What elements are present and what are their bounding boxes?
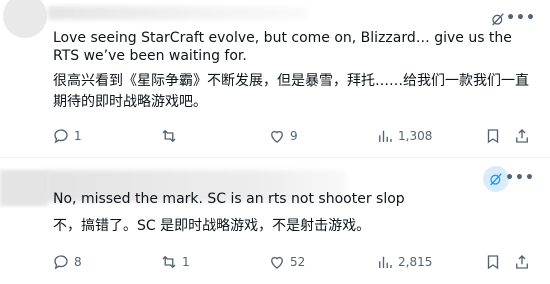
share-icon: [516, 255, 528, 269]
like-button[interactable]: 52: [268, 252, 305, 272]
like-icon: [271, 256, 283, 269]
share-button[interactable]: [513, 252, 531, 272]
views-count: 2,815: [398, 255, 433, 269]
tweet-text-chinese: 不，搞错了。SC 是即时战略游戏，不是射击游戏。: [53, 218, 371, 234]
like-icon: [271, 130, 283, 143]
like-count: 9: [290, 129, 298, 143]
retweet-icon: [162, 129, 176, 143]
tweet[interactable]: ••• No, missed the mark. SC is an rts no…: [0, 157, 550, 284]
bookmark-icon: [487, 255, 499, 270]
reply-count: 1: [74, 129, 82, 143]
bookmark-icon: [487, 129, 499, 144]
reply-button[interactable]: 8: [52, 252, 82, 272]
share-button[interactable]: [513, 126, 531, 146]
more-icon[interactable]: •••: [506, 8, 535, 28]
views-icon: [379, 256, 392, 268]
views-icon: [379, 130, 392, 142]
avatar[interactable]: [3, 0, 47, 38]
redacted-user-header: [48, 6, 308, 20]
views-button[interactable]: 2,815: [376, 252, 432, 272]
tweet-text-chinese: 很高兴看到《星际争霸》不断发展，但是暴雪，拜托……给我们一款我们一直期待的即时战…: [53, 73, 529, 110]
bookmark-button[interactable]: [484, 126, 502, 146]
grok-icon: [490, 173, 502, 186]
retweet-count: 1: [182, 255, 190, 269]
tweet-actions: 8 1 52 2,815: [0, 252, 550, 272]
grok-icon: [492, 13, 504, 26]
reply-icon: [54, 129, 68, 144]
avatar[interactable]: [0, 170, 48, 206]
retweet-button[interactable]: 1: [160, 252, 190, 272]
like-count: 52: [290, 255, 306, 269]
tweet[interactable]: ••• Love seeing StarCraft evolve, but co…: [0, 0, 550, 157]
retweet-icon: [162, 255, 176, 269]
views-button[interactable]: 1,308: [376, 126, 432, 146]
retweet-button[interactable]: [160, 126, 182, 146]
like-button[interactable]: 9: [268, 126, 298, 146]
bookmark-button[interactable]: [484, 252, 502, 272]
reply-count: 8: [74, 255, 82, 269]
views-count: 1,308: [398, 129, 433, 143]
more-icon[interactable]: •••: [505, 168, 534, 188]
tweet-text-english: Love seeing StarCraft evolve, but come o…: [53, 30, 512, 64]
reply-icon: [54, 255, 68, 270]
share-icon: [516, 129, 528, 143]
tweet-text-english: No, missed the mark. SC is an rts not sh…: [53, 191, 405, 207]
tweet-actions: 1 9 1,308: [0, 126, 550, 146]
reply-button[interactable]: 1: [52, 126, 82, 146]
